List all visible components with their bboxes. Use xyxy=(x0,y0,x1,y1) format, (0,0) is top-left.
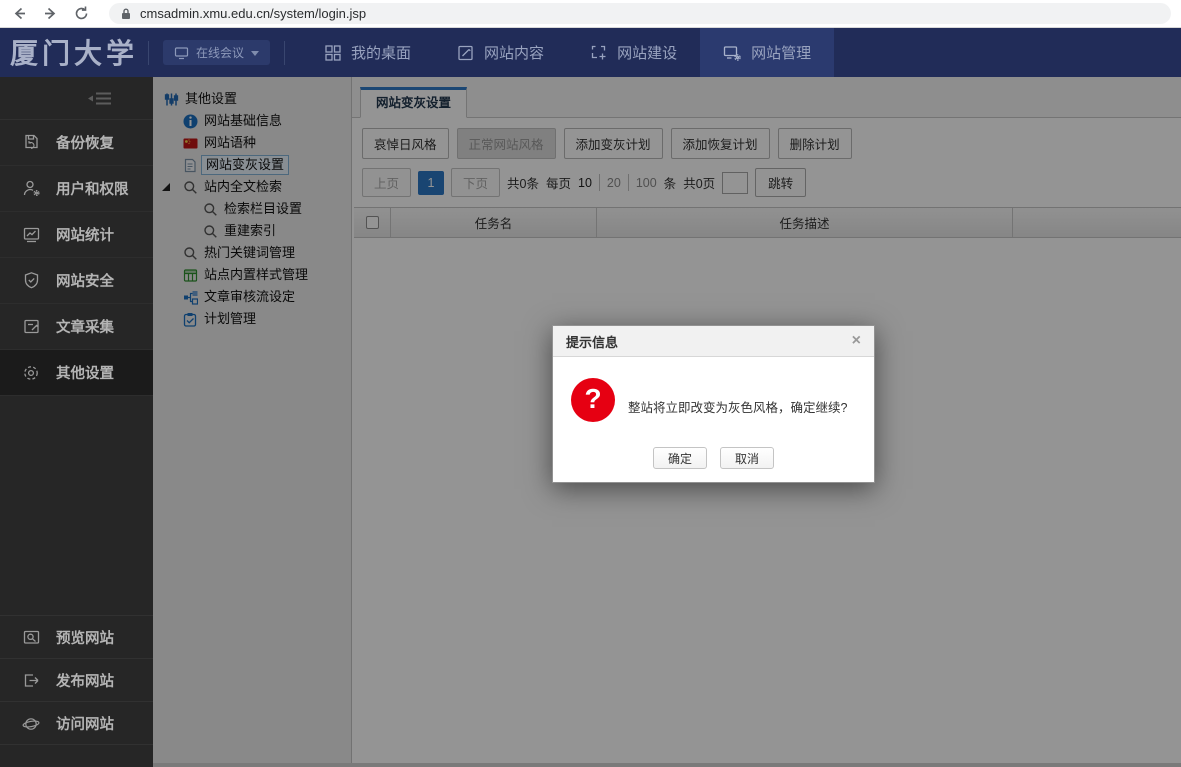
desktop-grid-icon xyxy=(324,44,342,62)
question-mark-icon: ? xyxy=(571,378,615,422)
app-header: 厦门大学 在线会议 我的桌面 网站内容 xyxy=(0,28,1181,77)
manage-icon xyxy=(723,44,742,62)
sidebar-item-article-collect[interactable]: 文章采集 xyxy=(0,304,153,350)
dialog-buttons: 确定 取消 xyxy=(553,447,874,469)
sidebar-item-preview-site[interactable]: 预览网站 xyxy=(0,615,153,658)
confirm-dialog: 提示信息 × ? 整站将立即改变为灰色风格，确定继续? 确定 取消 xyxy=(552,325,875,483)
lock-icon xyxy=(120,7,132,21)
header-divider xyxy=(284,41,285,65)
sidebar-item-users-permissions[interactable]: 用户和权限 xyxy=(0,166,153,212)
ok-button[interactable]: 确定 xyxy=(653,447,707,469)
nav-item-site-content[interactable]: 网站内容 xyxy=(434,28,567,77)
dialog-title: 提示信息 xyxy=(566,332,618,351)
sidebar-item-other-settings[interactable]: 其他设置 xyxy=(0,350,153,396)
online-meeting-button[interactable]: 在线会议 xyxy=(163,40,270,65)
sidebar-item-backup-restore[interactable]: 备份恢复 xyxy=(0,120,153,166)
sidebar-collapse-button[interactable] xyxy=(0,77,153,120)
back-icon[interactable] xyxy=(10,5,28,23)
sidebar-item-site-security[interactable]: 网站安全 xyxy=(0,258,153,304)
chevron-down-icon xyxy=(251,51,259,60)
shield-icon xyxy=(21,271,41,290)
header-divider xyxy=(148,41,149,65)
university-logo: 厦门大学 xyxy=(0,32,148,74)
app-body: 备份恢复 用户和权限 网站统计 网站安全 xyxy=(0,77,1181,767)
content-frame: 其他设置 网站基础信息 网站语种 xyxy=(153,77,1181,767)
article-collect-icon xyxy=(21,317,41,336)
dialog-message: 整站将立即改变为灰色风格，确定继续? xyxy=(628,397,847,416)
address-bar[interactable]: cmsadmin.xmu.edu.cn/system/login.jsp xyxy=(109,3,1171,24)
forward-icon[interactable] xyxy=(41,5,59,23)
reload-icon[interactable] xyxy=(72,5,90,23)
user-permission-icon xyxy=(21,179,41,198)
gear-icon xyxy=(21,363,41,383)
build-icon xyxy=(590,44,608,62)
sidebar-item-visit-site[interactable]: 访问网站 xyxy=(0,701,153,744)
publish-icon xyxy=(21,671,41,690)
dialog-body: ? 整站将立即改变为灰色风格，确定继续? 确定 取消 xyxy=(553,357,874,482)
globe-icon xyxy=(21,714,41,733)
close-icon[interactable]: × xyxy=(852,333,861,349)
browser-toolbar: cmsadmin.xmu.edu.cn/system/login.jsp xyxy=(0,0,1181,28)
sidebar-item-publish-site[interactable]: 发布网站 xyxy=(0,658,153,701)
nav-item-site-manage[interactable]: 网站管理 xyxy=(700,28,834,77)
top-nav: 我的桌面 网站内容 网站建设 网站管理 xyxy=(301,28,834,77)
nav-item-my-desktop[interactable]: 我的桌面 xyxy=(301,28,434,77)
url-text[interactable]: cmsadmin.xmu.edu.cn/system/login.jsp xyxy=(140,6,366,21)
sidebar-bottom-group: 预览网站 发布网站 访问网站 xyxy=(0,615,153,767)
app-window: cmsadmin.xmu.edu.cn/system/login.jsp 厦门大… xyxy=(0,0,1181,767)
monitor-icon xyxy=(174,46,189,60)
sidebar: 备份恢复 用户和权限 网站统计 网站安全 xyxy=(0,77,153,767)
dialog-titlebar: 提示信息 × xyxy=(553,326,874,357)
edit-icon xyxy=(457,44,475,62)
collapse-menu-icon xyxy=(87,90,113,107)
nav-item-site-build[interactable]: 网站建设 xyxy=(567,28,700,77)
sidebar-item-site-stats[interactable]: 网站统计 xyxy=(0,212,153,258)
preview-icon xyxy=(21,628,41,647)
cancel-button[interactable]: 取消 xyxy=(720,447,774,469)
stats-icon xyxy=(21,225,41,244)
backup-restore-icon xyxy=(21,133,41,152)
